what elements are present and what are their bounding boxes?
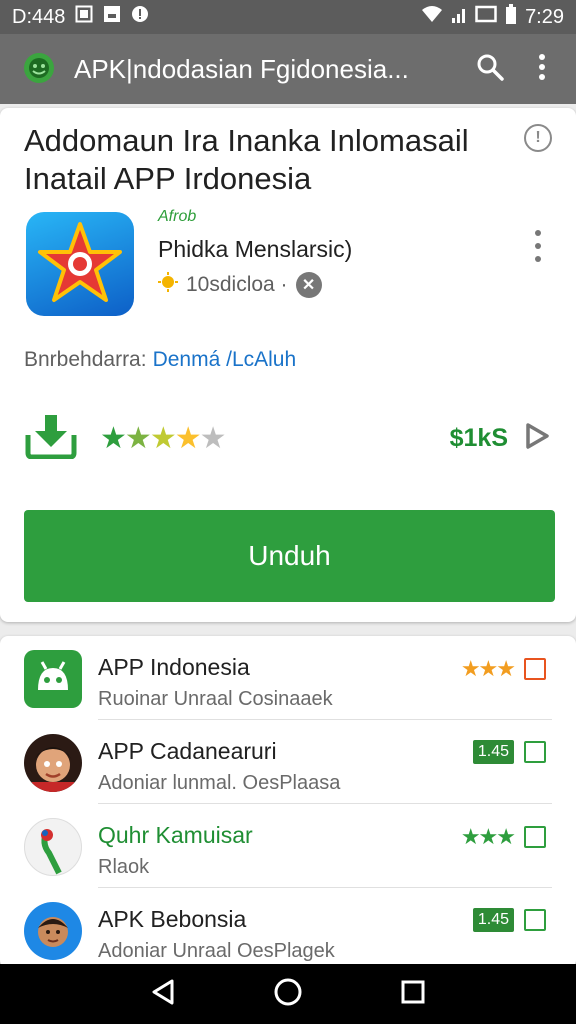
list-item[interactable]: Quhr Kamuisar Rlaok ★★★ [0, 804, 576, 888]
info-icon: ! [535, 129, 541, 146]
android-app-icon [24, 650, 82, 708]
list-item-stars: ★★★ [460, 656, 516, 681]
list-item[interactable]: APP Indonesia Ruoinar Unraal Cosinaaek ★… [0, 636, 576, 720]
checkbox[interactable] [524, 909, 546, 931]
downloads-count: 10sdicloa · [186, 273, 288, 296]
notification-icon [103, 5, 121, 29]
app-name: Phidka Menslarsic) [158, 236, 353, 262]
list-item-title: Quhr Kamuisar [98, 822, 253, 848]
app-more-button[interactable] [526, 226, 550, 266]
rating-stars: ★★★★★ [100, 421, 227, 455]
more-vert-icon [538, 53, 546, 85]
list-item[interactable]: APP Cadanearuri Adoniar lunmal. OesPlaas… [0, 720, 576, 804]
alert-icon [131, 5, 149, 29]
signal-icon [451, 6, 467, 29]
version-badge: 1.45 [472, 740, 514, 764]
app-icon[interactable] [26, 212, 134, 316]
user-avatar [24, 902, 82, 960]
overflow-menu-button[interactable] [522, 49, 562, 89]
category-label: Bnrbehdarra: [24, 348, 147, 371]
list-item-title: APP Cadanearuri [98, 738, 277, 764]
list-item-title: APK Bebonsia [98, 906, 247, 932]
downloads-row: 10sdicloa · ✕ [158, 272, 322, 298]
app-bar: APK|ndodasian Fgidonesia... [0, 34, 576, 104]
battery-icon [505, 4, 517, 30]
list-item-subtitle: Adoniar Unraal OesPlagek [98, 940, 335, 962]
cast-icon [475, 5, 497, 29]
award-icon [158, 272, 178, 298]
developer-tag[interactable]: Afrob [158, 208, 196, 226]
status-bar: D:448 7:29 [0, 0, 576, 34]
play-icon [524, 422, 550, 455]
list-item-title: APP Indonesia [98, 654, 250, 680]
checkbox[interactable] [524, 741, 546, 763]
user-avatar [24, 734, 82, 792]
list-item-subtitle: Adoniar lunmal. OesPlaasa [98, 772, 341, 794]
close-icon[interactable]: ✕ [295, 272, 322, 298]
install-button[interactable]: Unduh [24, 510, 555, 602]
related-apps-list: APP Indonesia Ruoinar Unraal Cosinaaek ★… [0, 636, 576, 968]
category-link[interactable]: Denmá /LcAluh [153, 348, 297, 371]
back-icon [150, 978, 176, 1011]
page-title: Addomaun Ira Inanka Inlomasail Inatail A… [24, 123, 469, 196]
status-left-text: D:448 [12, 5, 66, 28]
download-icon[interactable] [24, 413, 78, 464]
list-item-subtitle: Rlaok [98, 856, 150, 878]
search-icon [476, 53, 504, 86]
gallery-icon [75, 5, 93, 29]
version-badge: 1.45 [472, 908, 514, 932]
wifi-icon [421, 5, 443, 29]
back-button[interactable] [143, 974, 183, 1014]
play-button[interactable] [522, 422, 552, 455]
app-bar-title: APK|ndodasian Fgidonesia... [74, 53, 409, 84]
search-button[interactable] [470, 49, 510, 89]
status-time: 7:29 [525, 5, 564, 28]
checkbox[interactable] [524, 658, 546, 680]
list-item-stars: ★★★ [460, 824, 516, 849]
list-item[interactable]: APK Bebonsia Adoniar Unraal OesPlagek 1.… [0, 888, 576, 968]
recents-button[interactable] [393, 974, 433, 1014]
price-label: $1kS [449, 423, 508, 452]
list-item-subtitle: Ruoinar Unraal Cosinaaek [98, 688, 333, 710]
app-logo-icon [24, 818, 82, 876]
checkbox[interactable] [524, 826, 546, 848]
recents-icon [400, 979, 426, 1010]
home-button[interactable] [268, 974, 308, 1014]
rating-row: ★★★★★ $1kS [24, 414, 552, 462]
navigation-bar [0, 964, 576, 1024]
info-button[interactable]: ! [524, 124, 552, 152]
home-icon [273, 977, 303, 1012]
android-logo-icon [22, 50, 56, 89]
category-line: Bnrbehdarra: Denmá /LcAluh [24, 348, 296, 372]
app-detail-card: Addomaun Ira Inanka Inlomasail Inatail A… [0, 108, 576, 622]
